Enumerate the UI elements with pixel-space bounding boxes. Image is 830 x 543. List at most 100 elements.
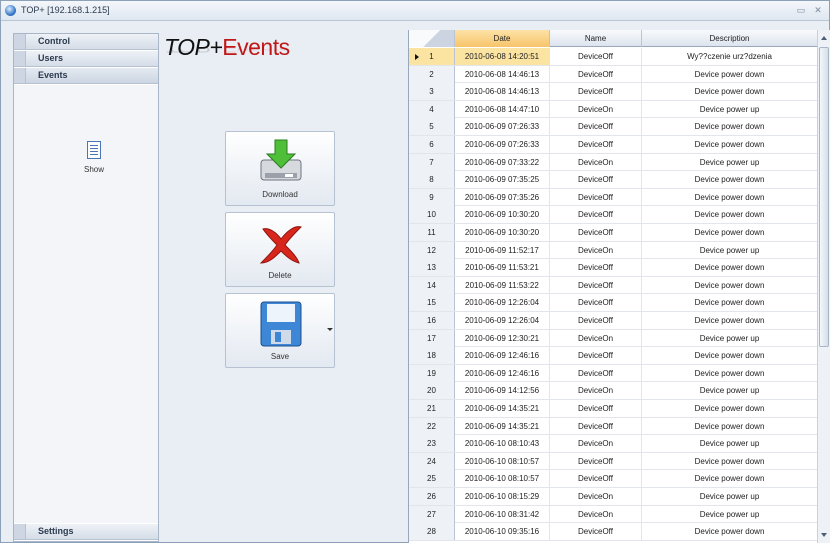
table-row[interactable]: 4 2010-06-08 14:47:10 DeviceOn Device power… xyxy=(409,100,817,119)
table-row[interactable]: 1 2010-06-08 14:20:51 DeviceOff Wy??czenie … xyxy=(409,48,817,66)
row-number[interactable]: 22 xyxy=(409,417,455,435)
cell-name[interactable]: DeviceOn xyxy=(550,153,642,171)
nav-section-control[interactable]: Control xyxy=(14,34,158,50)
table-icon[interactable] xyxy=(87,141,101,159)
cell-name[interactable]: DeviceOn xyxy=(550,435,642,453)
cell-date[interactable]: 2010-06-10 08:31:42 xyxy=(455,505,550,523)
table-row[interactable]: 13 2010-06-09 11:53:21 DeviceOff Device pow… xyxy=(409,259,817,277)
row-number[interactable]: 7 xyxy=(409,153,455,171)
cell-date[interactable]: 2010-06-09 07:33:22 xyxy=(455,153,550,171)
cell-description[interactable]: Device power down xyxy=(642,523,817,540)
cell-name[interactable]: DeviceOff xyxy=(550,83,642,101)
cell-date[interactable]: 2010-06-09 14:35:21 xyxy=(455,400,550,417)
cell-date[interactable]: 2010-06-09 14:12:56 xyxy=(455,382,550,400)
cell-date[interactable]: 2010-06-09 07:26:33 xyxy=(455,118,550,136)
row-number[interactable]: 24 xyxy=(409,452,455,470)
table-row[interactable]: 12 2010-06-09 11:52:17 DeviceOn Device powe… xyxy=(409,241,817,260)
cell-description[interactable]: Device power up xyxy=(642,435,817,452)
cell-date[interactable]: 2010-06-09 11:53:21 xyxy=(455,259,550,277)
cell-description[interactable]: Device power down xyxy=(642,118,817,135)
cell-description[interactable]: Device power up xyxy=(642,488,817,505)
table-row[interactable]: 6 2010-06-09 07:26:33 DeviceOff Device powe… xyxy=(409,136,817,154)
minimize-button[interactable]: ▭ xyxy=(794,4,808,17)
nav-section-events[interactable]: Events xyxy=(14,68,158,84)
cell-date[interactable]: 2010-06-09 12:26:04 xyxy=(455,312,550,329)
row-number[interactable]: 13 xyxy=(409,259,455,277)
cell-date[interactable]: 2010-06-08 14:20:51 xyxy=(455,48,550,65)
cell-date[interactable]: 2010-06-09 12:46:16 xyxy=(455,347,550,365)
cell-description[interactable]: Device power down xyxy=(642,66,817,83)
download-button[interactable]: Download xyxy=(225,131,335,206)
table-row[interactable]: 17 2010-06-09 12:30:21 DeviceOn Device powe… xyxy=(409,329,817,348)
cell-name[interactable]: DeviceOff xyxy=(550,417,642,435)
cell-description[interactable]: Device power up xyxy=(642,101,817,118)
cell-description[interactable]: Device power down xyxy=(642,418,817,435)
table-row[interactable]: 18 2010-06-09 12:46:16 DeviceOff Device pow… xyxy=(409,347,817,365)
cell-description[interactable]: Device power down xyxy=(642,312,817,329)
cell-date[interactable]: 2010-06-10 08:10:43 xyxy=(455,435,550,453)
cell-description[interactable]: Device power down xyxy=(642,224,817,241)
cell-description[interactable]: Device power down xyxy=(642,347,817,364)
cell-name[interactable]: DeviceOff xyxy=(550,400,642,417)
table-row[interactable]: 3 2010-06-08 14:46:13 DeviceOff Device powe… xyxy=(409,83,817,101)
cell-description[interactable]: Device power up xyxy=(642,506,817,523)
row-number[interactable]: 11 xyxy=(409,224,455,241)
cell-name[interactable]: DeviceOn xyxy=(550,241,642,259)
row-number[interactable]: 16 xyxy=(409,312,455,329)
cell-date[interactable]: 2010-06-09 14:35:21 xyxy=(455,417,550,435)
row-number[interactable]: 25 xyxy=(409,470,455,488)
table-row[interactable]: 16 2010-06-09 12:26:04 DeviceOff Device pow… xyxy=(409,312,817,330)
row-number[interactable]: 17 xyxy=(409,329,455,347)
cell-name[interactable]: DeviceOff xyxy=(550,294,642,312)
cell-date[interactable]: 2010-06-09 07:26:33 xyxy=(455,136,550,153)
table-row[interactable]: 28 2010-06-10 09:35:16 DeviceOff Device pow… xyxy=(409,523,817,541)
scroll-down-arrow-icon[interactable] xyxy=(821,533,827,537)
cell-date[interactable]: 2010-06-09 10:30:20 xyxy=(455,206,550,224)
cell-description[interactable]: Device power down xyxy=(642,453,817,470)
table-row[interactable]: 15 2010-06-09 12:26:04 DeviceOff Device pow… xyxy=(409,294,817,312)
row-number[interactable]: 20 xyxy=(409,382,455,400)
table-row[interactable]: 5 2010-06-09 07:26:33 DeviceOff Device powe… xyxy=(409,118,817,136)
cell-name[interactable]: DeviceOff xyxy=(550,171,642,189)
row-number[interactable]: 5 xyxy=(409,118,455,136)
cell-description[interactable]: Device power down xyxy=(642,136,817,153)
cell-description[interactable]: Device power down xyxy=(642,365,817,382)
column-header-name[interactable]: Name xyxy=(550,30,642,47)
cell-description[interactable]: Device power up xyxy=(642,242,817,259)
cell-description[interactable]: Device power up xyxy=(642,382,817,399)
cell-date[interactable]: 2010-06-10 08:10:57 xyxy=(455,470,550,488)
cell-date[interactable]: 2010-06-09 12:30:21 xyxy=(455,329,550,347)
row-number[interactable]: 8 xyxy=(409,171,455,189)
row-number[interactable]: 18 xyxy=(409,347,455,365)
scroll-up-arrow-icon[interactable] xyxy=(821,36,827,40)
vertical-scrollbar[interactable] xyxy=(817,30,830,543)
row-number[interactable]: 28 xyxy=(409,523,455,541)
column-header-description[interactable]: Description xyxy=(642,30,817,47)
delete-button[interactable]: Delete xyxy=(225,212,335,287)
cell-description[interactable]: Device power down xyxy=(642,294,817,311)
table-row[interactable]: 25 2010-06-10 08:10:57 DeviceOff Device pow… xyxy=(409,470,817,488)
row-number[interactable]: 6 xyxy=(409,136,455,153)
cell-description[interactable]: Device power up xyxy=(642,330,817,347)
table-row[interactable]: 20 2010-06-09 14:12:56 DeviceOn Device powe… xyxy=(409,382,817,400)
close-button[interactable]: ✕ xyxy=(811,4,825,17)
cell-name[interactable]: DeviceOff xyxy=(550,224,642,241)
save-dropdown-arrow-icon[interactable] xyxy=(327,328,333,331)
cell-description[interactable]: Device power down xyxy=(642,206,817,223)
cell-name[interactable]: DeviceOn xyxy=(550,505,642,523)
table-row[interactable]: 10 2010-06-09 10:30:20 DeviceOff Device pow… xyxy=(409,206,817,224)
scroll-thumb[interactable] xyxy=(819,47,829,347)
cell-date[interactable]: 2010-06-09 11:53:22 xyxy=(455,276,550,294)
cell-date[interactable]: 2010-06-09 12:26:04 xyxy=(455,294,550,312)
row-number[interactable]: 27 xyxy=(409,505,455,523)
cell-name[interactable]: DeviceOff xyxy=(550,470,642,488)
row-number[interactable]: 14 xyxy=(409,276,455,294)
cell-name[interactable]: DeviceOff xyxy=(550,523,642,541)
row-number[interactable]: 26 xyxy=(409,488,455,505)
save-button[interactable]: Save xyxy=(225,293,335,368)
row-number[interactable]: 12 xyxy=(409,241,455,259)
cell-description[interactable]: Device power down xyxy=(642,470,817,487)
table-row[interactable]: 8 2010-06-09 07:35:25 DeviceOff Device powe… xyxy=(409,171,817,189)
table-row[interactable]: 21 2010-06-09 14:35:21 DeviceOff Device pow… xyxy=(409,400,817,418)
cell-date[interactable]: 2010-06-10 09:35:16 xyxy=(455,523,550,541)
